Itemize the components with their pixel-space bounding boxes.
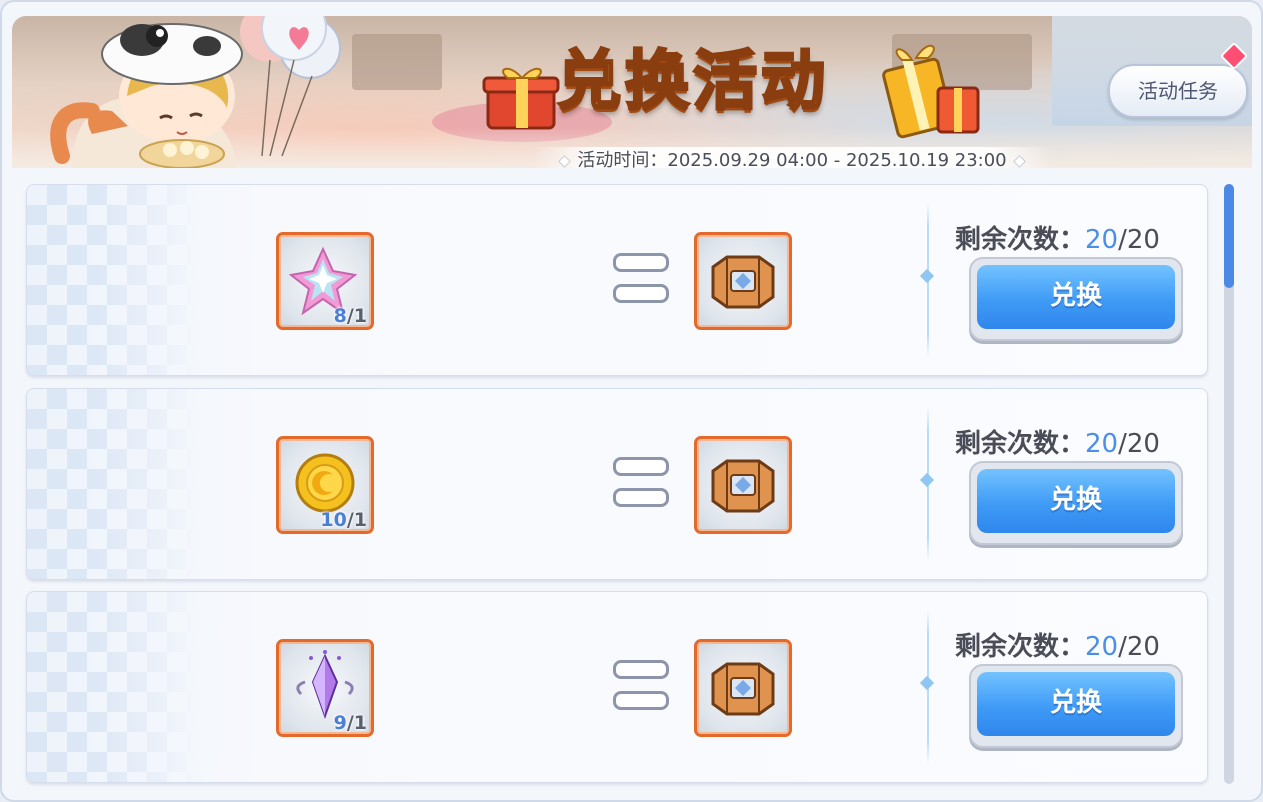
- treasure-chest-icon: [711, 459, 775, 513]
- cost-item-slot[interactable]: 9/1: [276, 639, 374, 737]
- equals-icon: [613, 253, 669, 303]
- event-banner: 兑换活动 活动时间：2025.09.29 04:00 - 2025.10.19 …: [12, 16, 1252, 168]
- row-pattern: [27, 185, 197, 375]
- gift-box-icon: [482, 67, 560, 130]
- exchange-window: 兑换活动 活动时间：2025.09.29 04:00 - 2025.10.19 …: [0, 0, 1263, 802]
- exchange-row: 10/1 剩余次数：20/20 兑换: [26, 388, 1208, 580]
- equals-icon: [613, 660, 669, 710]
- exchange-list[interactable]: 8/1 剩余次数：20/20 兑换 10/1 剩余次数：20/20 兑换 9/1…: [26, 184, 1208, 794]
- event-time: 活动时间：2025.09.29 04:00 - 2025.10.19 23:00: [532, 147, 1052, 168]
- exchange-button[interactable]: 兑换: [969, 461, 1183, 545]
- gift-box-icon: [882, 45, 980, 139]
- exchange-row: 8/1 剩余次数：20/20 兑换: [26, 184, 1208, 376]
- cost-amount: 8/1: [333, 305, 367, 327]
- exchange-button[interactable]: 兑换: [969, 257, 1183, 341]
- mascot-illustration: [50, 16, 341, 168]
- reward-item-slot[interactable]: [694, 232, 792, 330]
- event-title: 兑换活动: [556, 44, 829, 121]
- divider-diamond-icon: [919, 268, 935, 284]
- divider-diamond-icon: [919, 472, 935, 488]
- reward-item-slot[interactable]: [694, 639, 792, 737]
- remaining-count: 剩余次数：20/20: [955, 429, 1160, 459]
- diamond-ornament-icon: [558, 154, 572, 168]
- cost-item-slot[interactable]: 10/1: [276, 436, 374, 534]
- cost-item-slot[interactable]: 8/1: [276, 232, 374, 330]
- reward-item-slot[interactable]: [694, 436, 792, 534]
- treasure-chest-icon: [711, 255, 775, 309]
- cost-amount: 9/1: [333, 712, 367, 734]
- bg-shelf: [352, 34, 442, 90]
- row-pattern: [27, 389, 197, 579]
- treasure-chest-icon: [711, 662, 775, 716]
- row-pattern: [27, 592, 197, 782]
- event-time-label: 活动时间：: [577, 150, 668, 168]
- event-tasks-button[interactable]: 活动任务: [1108, 64, 1248, 118]
- event-time-range: 2025.09.29 04:00 - 2025.10.19 23:00: [667, 150, 1007, 168]
- equals-icon: [613, 457, 669, 507]
- diamond-ornament-icon: [1012, 154, 1026, 168]
- scrollbar-thumb[interactable]: [1224, 184, 1234, 288]
- exchange-row: 9/1 剩余次数：20/20 兑换: [26, 591, 1208, 783]
- cost-amount: 10/1: [320, 509, 367, 531]
- remaining-count: 剩余次数：20/20: [955, 225, 1160, 255]
- remaining-count: 剩余次数：20/20: [955, 632, 1160, 662]
- divider-diamond-icon: [919, 675, 935, 691]
- exchange-button[interactable]: 兑换: [969, 664, 1183, 748]
